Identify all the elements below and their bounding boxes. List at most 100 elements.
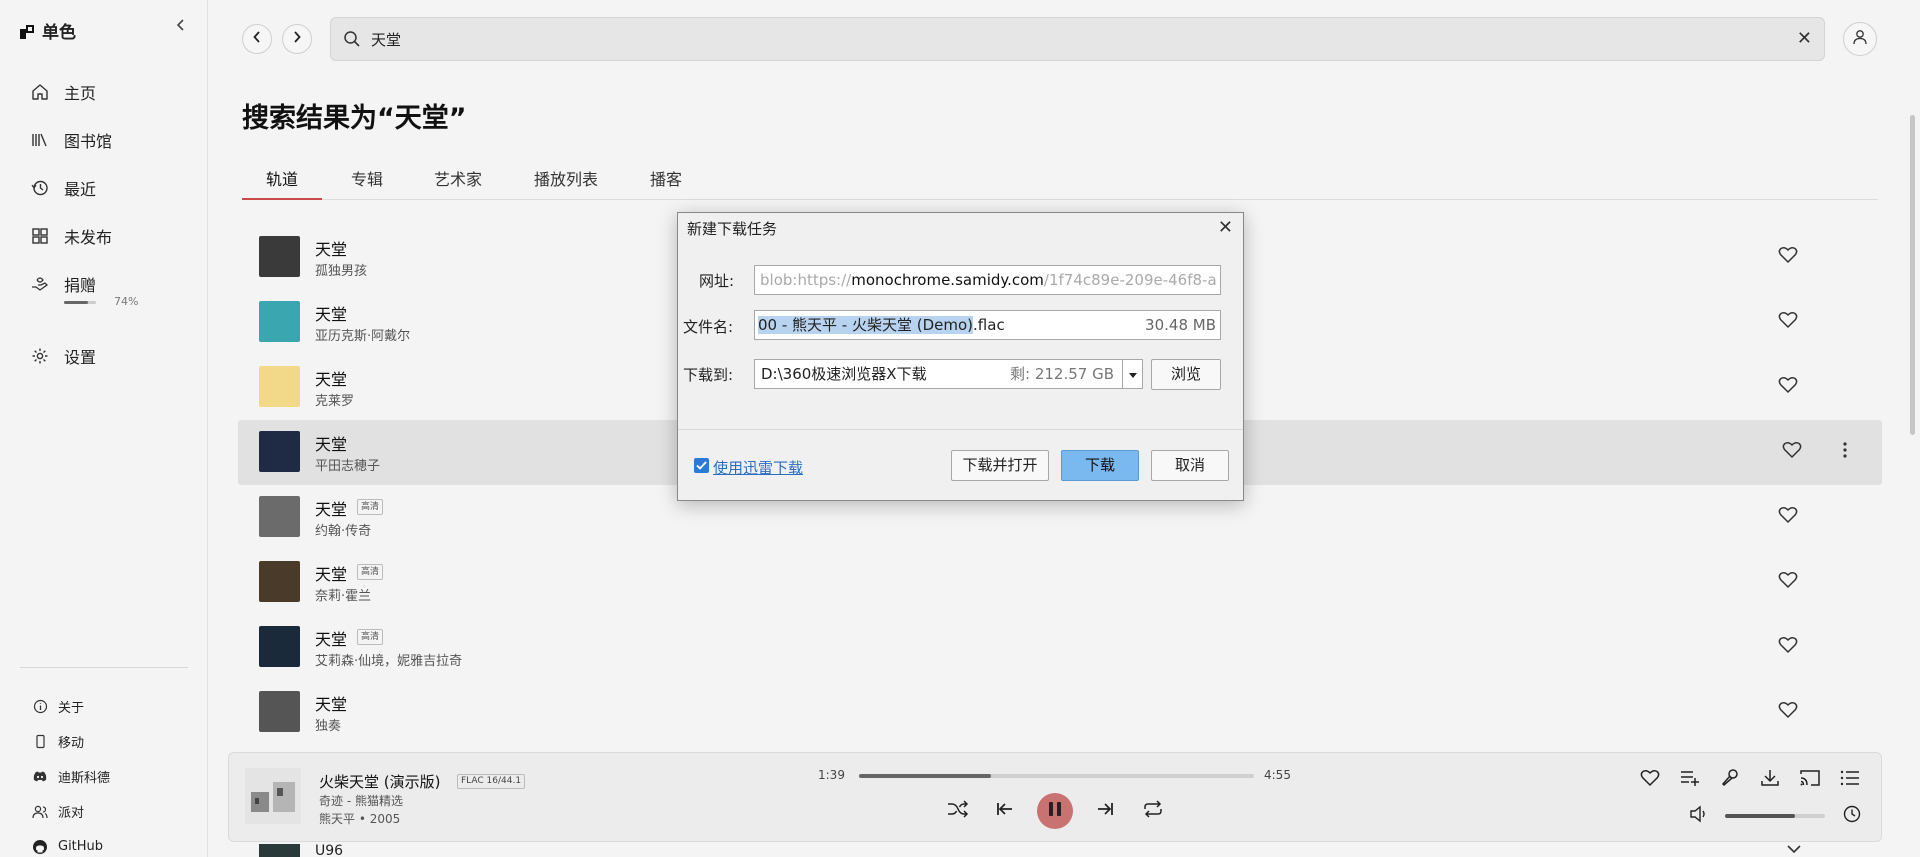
download-button[interactable] — [1759, 769, 1781, 791]
sidebar-item-library[interactable]: 图书馆 — [30, 116, 112, 164]
filename-field[interactable]: 00 - 熊天平 - 火柴天堂 (Demo).flac 30.48 MB — [754, 310, 1221, 340]
track-title[interactable]: 天堂 — [315, 431, 347, 455]
download-open-button[interactable]: 下载并打开 — [951, 450, 1049, 481]
seek-bar[interactable] — [859, 774, 1254, 778]
track-artist[interactable]: 克莱罗 — [315, 390, 354, 409]
dialog-close-button[interactable]: ✕ — [1218, 217, 1233, 238]
track-title[interactable]: 天堂 — [315, 561, 347, 585]
tab-podcasts[interactable]: 播客 — [650, 166, 682, 200]
track-title[interactable]: 天堂 — [315, 301, 347, 325]
total-time: 4:55 — [1264, 768, 1291, 782]
sidebar-item-settings[interactable]: 设置 — [30, 332, 112, 380]
next-button[interactable] — [1091, 797, 1119, 825]
heart-icon[interactable] — [1778, 376, 1798, 398]
track-row[interactable]: 天堂 独奏 — [238, 680, 1882, 745]
hq-badge: 高清 — [357, 499, 384, 515]
track-artist[interactable]: 亚历克斯·阿戴尔 — [315, 325, 410, 344]
heart-icon[interactable] — [1778, 311, 1798, 333]
sidebar-link-about[interactable]: 关于 — [32, 689, 110, 724]
sleep-timer-icon[interactable] — [1843, 805, 1861, 827]
sidebar-item-label: 捐赠 — [64, 276, 97, 295]
lyrics-button[interactable] — [1719, 769, 1741, 791]
brand[interactable]: 单色 — [20, 18, 76, 43]
now-playing-title[interactable]: 火柴天堂 (演示版) — [319, 771, 440, 792]
track-artist[interactable]: 独奏 — [315, 715, 341, 734]
sidebar-link-label: 迪斯科德 — [58, 771, 111, 786]
sidebar-link-discord[interactable]: 迪斯科德 — [32, 759, 110, 794]
filename-selected-text: 00 - 熊天平 - 火柴天堂 (Demo) — [758, 316, 974, 334]
skip-forward-icon — [1095, 801, 1115, 821]
track-title[interactable]: 天堂 — [315, 496, 347, 520]
previous-button[interactable] — [991, 797, 1019, 825]
track-row-peek[interactable]: U96 — [238, 842, 1882, 857]
sidebar-link-github[interactable]: GitHub — [32, 829, 110, 857]
chevron-down-icon[interactable] — [1786, 842, 1802, 857]
tab-playlists[interactable]: 播放列表 — [534, 166, 598, 200]
queue-button[interactable] — [1839, 769, 1861, 791]
track-artist[interactable]: 奈莉·霍兰 — [315, 585, 371, 604]
track-title[interactable]: 天堂 — [315, 236, 347, 260]
sidebar-item-home[interactable]: 主页 — [30, 68, 112, 116]
sidebar-link-mobile[interactable]: 移动 — [32, 724, 110, 759]
back-button[interactable] — [242, 24, 272, 54]
track-row[interactable]: 天堂 高清 艾莉森·仙境，妮雅吉拉奇 — [238, 615, 1882, 680]
heart-icon[interactable] — [1782, 441, 1802, 463]
sidebar-item-unreleased[interactable]: 未发布 — [30, 212, 112, 260]
forward-button[interactable] — [282, 24, 312, 54]
heart-icon[interactable] — [1778, 506, 1798, 528]
heart-icon[interactable] — [1778, 246, 1798, 268]
queue-add-button[interactable] — [1679, 769, 1701, 791]
save-path-field[interactable]: D:\360极速浏览器X下载 剩: 212.57 GB — [754, 359, 1123, 389]
now-playing-cover[interactable] — [245, 768, 301, 824]
tab-artists[interactable]: 艺术家 — [434, 166, 482, 200]
user-icon — [1851, 28, 1869, 50]
heart-icon[interactable] — [1778, 571, 1798, 593]
sidebar-link-label: 派对 — [58, 806, 85, 821]
shuffle-button[interactable] — [944, 797, 972, 825]
now-playing-artist[interactable]: 熊天平 • 2005 — [319, 810, 400, 827]
track-cover — [259, 236, 300, 277]
sidebar-divider — [20, 667, 188, 668]
tab-albums[interactable]: 专辑 — [351, 166, 383, 200]
result-tabs: 轨道 专辑 艺术家 播放列表 播客 — [242, 166, 1878, 200]
collapse-sidebar-button[interactable] — [170, 16, 192, 38]
browse-button[interactable]: 浏览 — [1151, 359, 1221, 390]
path-dropdown-button[interactable] — [1122, 359, 1143, 389]
download-confirm-button[interactable]: 下载 — [1061, 450, 1139, 481]
library-icon — [30, 130, 50, 150]
track-title[interactable]: 天堂 — [315, 366, 347, 390]
track-artist[interactable]: 平田志穂子 — [315, 455, 380, 474]
cancel-button[interactable]: 取消 — [1151, 450, 1229, 481]
heart-icon[interactable] — [1778, 636, 1798, 658]
sidebar-link-party[interactable]: 派对 — [32, 794, 110, 829]
pause-button[interactable] — [1037, 793, 1073, 829]
track-cover — [259, 431, 300, 472]
track-artist[interactable]: 约翰·传奇 — [315, 520, 371, 539]
search-input[interactable] — [371, 26, 1771, 52]
track-title[interactable]: 天堂 — [315, 626, 347, 650]
sidebar-link-label: 移动 — [58, 736, 85, 751]
volume-slider[interactable] — [1725, 814, 1825, 818]
volume-icon[interactable] — [1689, 805, 1709, 827]
track-artist[interactable]: 孤独男孩 — [315, 260, 367, 279]
scrollbar-thumb[interactable] — [1910, 115, 1915, 435]
donate-progress-bar — [64, 301, 96, 304]
track-row[interactable]: 天堂 高清 奈莉·霍兰 — [238, 550, 1882, 615]
tab-tracks[interactable]: 轨道 — [242, 166, 322, 200]
search-icon — [343, 30, 361, 52]
cast-button[interactable] — [1799, 769, 1821, 791]
profile-button[interactable] — [1843, 22, 1877, 56]
thunder-checkbox[interactable] — [694, 458, 709, 473]
heart-icon[interactable] — [1778, 701, 1798, 723]
track-artist[interactable]: 艾莉森·仙境，妮雅吉拉奇 — [315, 650, 462, 669]
clear-search-button[interactable]: ✕ — [1797, 28, 1812, 49]
thunder-download-link[interactable]: 使用迅雷下载 — [713, 457, 803, 478]
now-playing-album[interactable]: 奇迹 - 熊猫精选 — [319, 792, 403, 809]
like-button[interactable] — [1639, 769, 1661, 791]
sidebar-item-recent[interactable]: 最近 — [30, 164, 112, 212]
sidebar-item-label: 最近 — [64, 180, 97, 199]
repeat-button[interactable] — [1139, 797, 1167, 825]
more-options-icon[interactable] — [1842, 441, 1848, 463]
url-field[interactable]: blob:https://monochrome.samidy.com/1f74c… — [754, 265, 1221, 295]
track-title[interactable]: 天堂 — [315, 691, 347, 715]
